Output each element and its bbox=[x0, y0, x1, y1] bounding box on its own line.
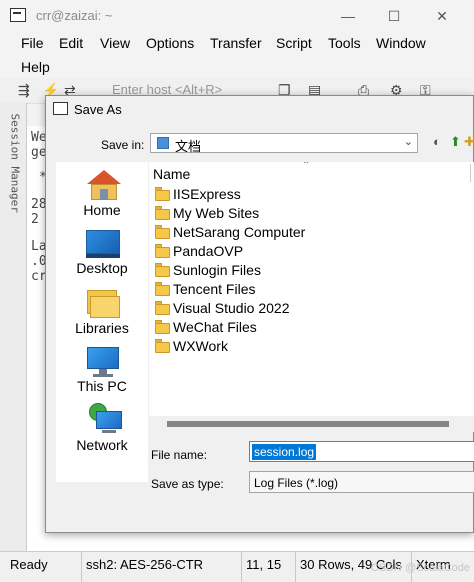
save-in-select[interactable]: 文档 ⌄ bbox=[150, 133, 418, 154]
folder-icon bbox=[155, 206, 170, 220]
watermark: CSDN @ScalaCode bbox=[370, 562, 470, 574]
save-in-label: Save in: bbox=[101, 138, 145, 152]
minimize-button[interactable]: — bbox=[338, 6, 358, 26]
terminal-line: 2 bbox=[31, 212, 39, 227]
file-name-text: Visual Studio 2022 bbox=[173, 300, 290, 316]
file-name-text: IISExpress bbox=[173, 186, 241, 202]
file-name-text: My Web Sites bbox=[173, 205, 260, 221]
list-item[interactable]: PandaOVP bbox=[153, 242, 474, 261]
menu-options[interactable]: Options bbox=[146, 35, 194, 51]
desktop-icon bbox=[86, 230, 120, 254]
horizontal-scrollbar[interactable] bbox=[149, 416, 474, 432]
place-desktop[interactable]: Desktop bbox=[56, 228, 148, 286]
list-item[interactable]: WXWork bbox=[153, 337, 474, 356]
list-item[interactable]: NetSarang Computer bbox=[153, 223, 474, 242]
computer-icon bbox=[87, 347, 119, 369]
folder-icon bbox=[155, 225, 170, 239]
list-item[interactable]: Sunlogin Files bbox=[153, 261, 474, 280]
menu-edit[interactable]: Edit bbox=[59, 35, 83, 51]
file-name-text: NetSarang Computer bbox=[173, 224, 306, 240]
file-name-value: session.log bbox=[252, 444, 317, 460]
maximize-button[interactable]: ☐ bbox=[384, 6, 404, 26]
dialog-app-icon bbox=[53, 102, 68, 115]
window-titlebar: crr@zaizai: ~ — ☐ ✕ bbox=[0, 0, 474, 32]
menu-window[interactable]: Window bbox=[376, 35, 426, 51]
menu-help[interactable]: Help bbox=[21, 59, 50, 75]
dialog-title: Save As bbox=[74, 102, 122, 117]
sort-up-icon: ⌃ bbox=[302, 162, 311, 171]
chevron-down-icon: ⌄ bbox=[403, 136, 413, 148]
scrollbar-thumb[interactable] bbox=[167, 421, 449, 427]
place-network[interactable]: Network bbox=[56, 403, 148, 461]
menu-tools[interactable]: Tools bbox=[328, 35, 361, 51]
save-as-dialog: Save As Save in: 文档 ⌄ ◐ ⬆ ✚ Home Desktop… bbox=[45, 95, 474, 533]
place-label: This PC bbox=[77, 378, 127, 394]
file-name-field[interactable]: session.log bbox=[249, 441, 474, 462]
file-name-text: WeChat Files bbox=[173, 319, 257, 335]
list-item[interactable]: My Web Sites bbox=[153, 204, 474, 223]
menu-bar: File Edit View Options Transfer Script T… bbox=[0, 32, 474, 78]
places-bar: Home Desktop Libraries This PC Network bbox=[56, 162, 148, 482]
file-name-text: WXWork bbox=[173, 338, 228, 354]
documents-folder-icon bbox=[157, 137, 169, 149]
app-icon bbox=[10, 8, 26, 22]
list-item[interactable]: WeChat Files bbox=[153, 318, 474, 337]
column-header[interactable]: Name ⌃ bbox=[149, 162, 474, 184]
session-manager-label: Session Manager bbox=[8, 113, 22, 213]
file-list[interactable]: Name ⌃ IISExpress My Web Sites NetSarang… bbox=[149, 162, 474, 416]
place-this-pc[interactable]: This PC bbox=[56, 346, 148, 404]
save-as-type-select[interactable]: Log Files (*.log) bbox=[249, 471, 474, 493]
save-as-type-label: Save as type: bbox=[151, 477, 224, 491]
place-label: Home bbox=[83, 202, 121, 218]
close-button[interactable]: ✕ bbox=[432, 6, 452, 26]
back-icon[interactable]: ◐ bbox=[433, 134, 441, 149]
file-name-text: PandaOVP bbox=[173, 243, 244, 259]
folder-icon bbox=[155, 244, 170, 258]
column-name-header[interactable]: Name bbox=[153, 166, 190, 182]
status-bar: Ready ssh2: AES-256-CTR 11, 15 30 Rows, … bbox=[0, 551, 474, 582]
status-ready: Ready bbox=[6, 552, 82, 582]
folder-icon bbox=[155, 339, 170, 353]
column-divider[interactable] bbox=[470, 164, 471, 182]
folder-icon bbox=[155, 301, 170, 315]
list-item[interactable]: Visual Studio 2022 bbox=[153, 299, 474, 318]
menu-file[interactable]: File bbox=[21, 35, 44, 51]
folder-icon bbox=[155, 263, 170, 277]
list-item[interactable]: IISExpress bbox=[153, 185, 474, 204]
list-item[interactable]: Tencent Files bbox=[153, 280, 474, 299]
connect-icon[interactable]: ⇶ bbox=[18, 82, 30, 99]
window-title: crr@zaizai: ~ bbox=[36, 8, 113, 23]
save-as-type-value: Log Files (*.log) bbox=[254, 476, 339, 490]
menu-transfer[interactable]: Transfer bbox=[210, 35, 262, 51]
file-name-text: Tencent Files bbox=[173, 281, 256, 297]
menu-script[interactable]: Script bbox=[276, 35, 312, 51]
place-libraries[interactable]: Libraries bbox=[56, 288, 148, 346]
up-folder-icon[interactable]: ⬆ bbox=[450, 134, 461, 150]
save-in-value: 文档 bbox=[175, 139, 202, 154]
folder-icon bbox=[155, 282, 170, 296]
place-label: Desktop bbox=[76, 260, 128, 276]
status-cipher: ssh2: AES-256-CTR bbox=[82, 552, 242, 582]
status-cursor: 11, 15 bbox=[242, 552, 296, 582]
session-manager-sidebar: Session Manager bbox=[0, 103, 27, 551]
place-label: Libraries bbox=[75, 320, 129, 336]
file-name-text: Sunlogin Files bbox=[173, 262, 261, 278]
folder-icon bbox=[155, 320, 170, 334]
home-icon bbox=[87, 170, 121, 184]
session-manager-tab[interactable]: Session Manager bbox=[3, 113, 23, 317]
file-name-label: File name: bbox=[151, 448, 208, 462]
new-folder-icon[interactable]: ✚ bbox=[464, 134, 474, 150]
menu-view[interactable]: View bbox=[100, 35, 130, 51]
place-label: Network bbox=[76, 437, 128, 453]
folder-icon bbox=[155, 187, 170, 201]
place-home[interactable]: Home bbox=[56, 168, 148, 226]
dialog-titlebar: Save As bbox=[46, 96, 473, 122]
